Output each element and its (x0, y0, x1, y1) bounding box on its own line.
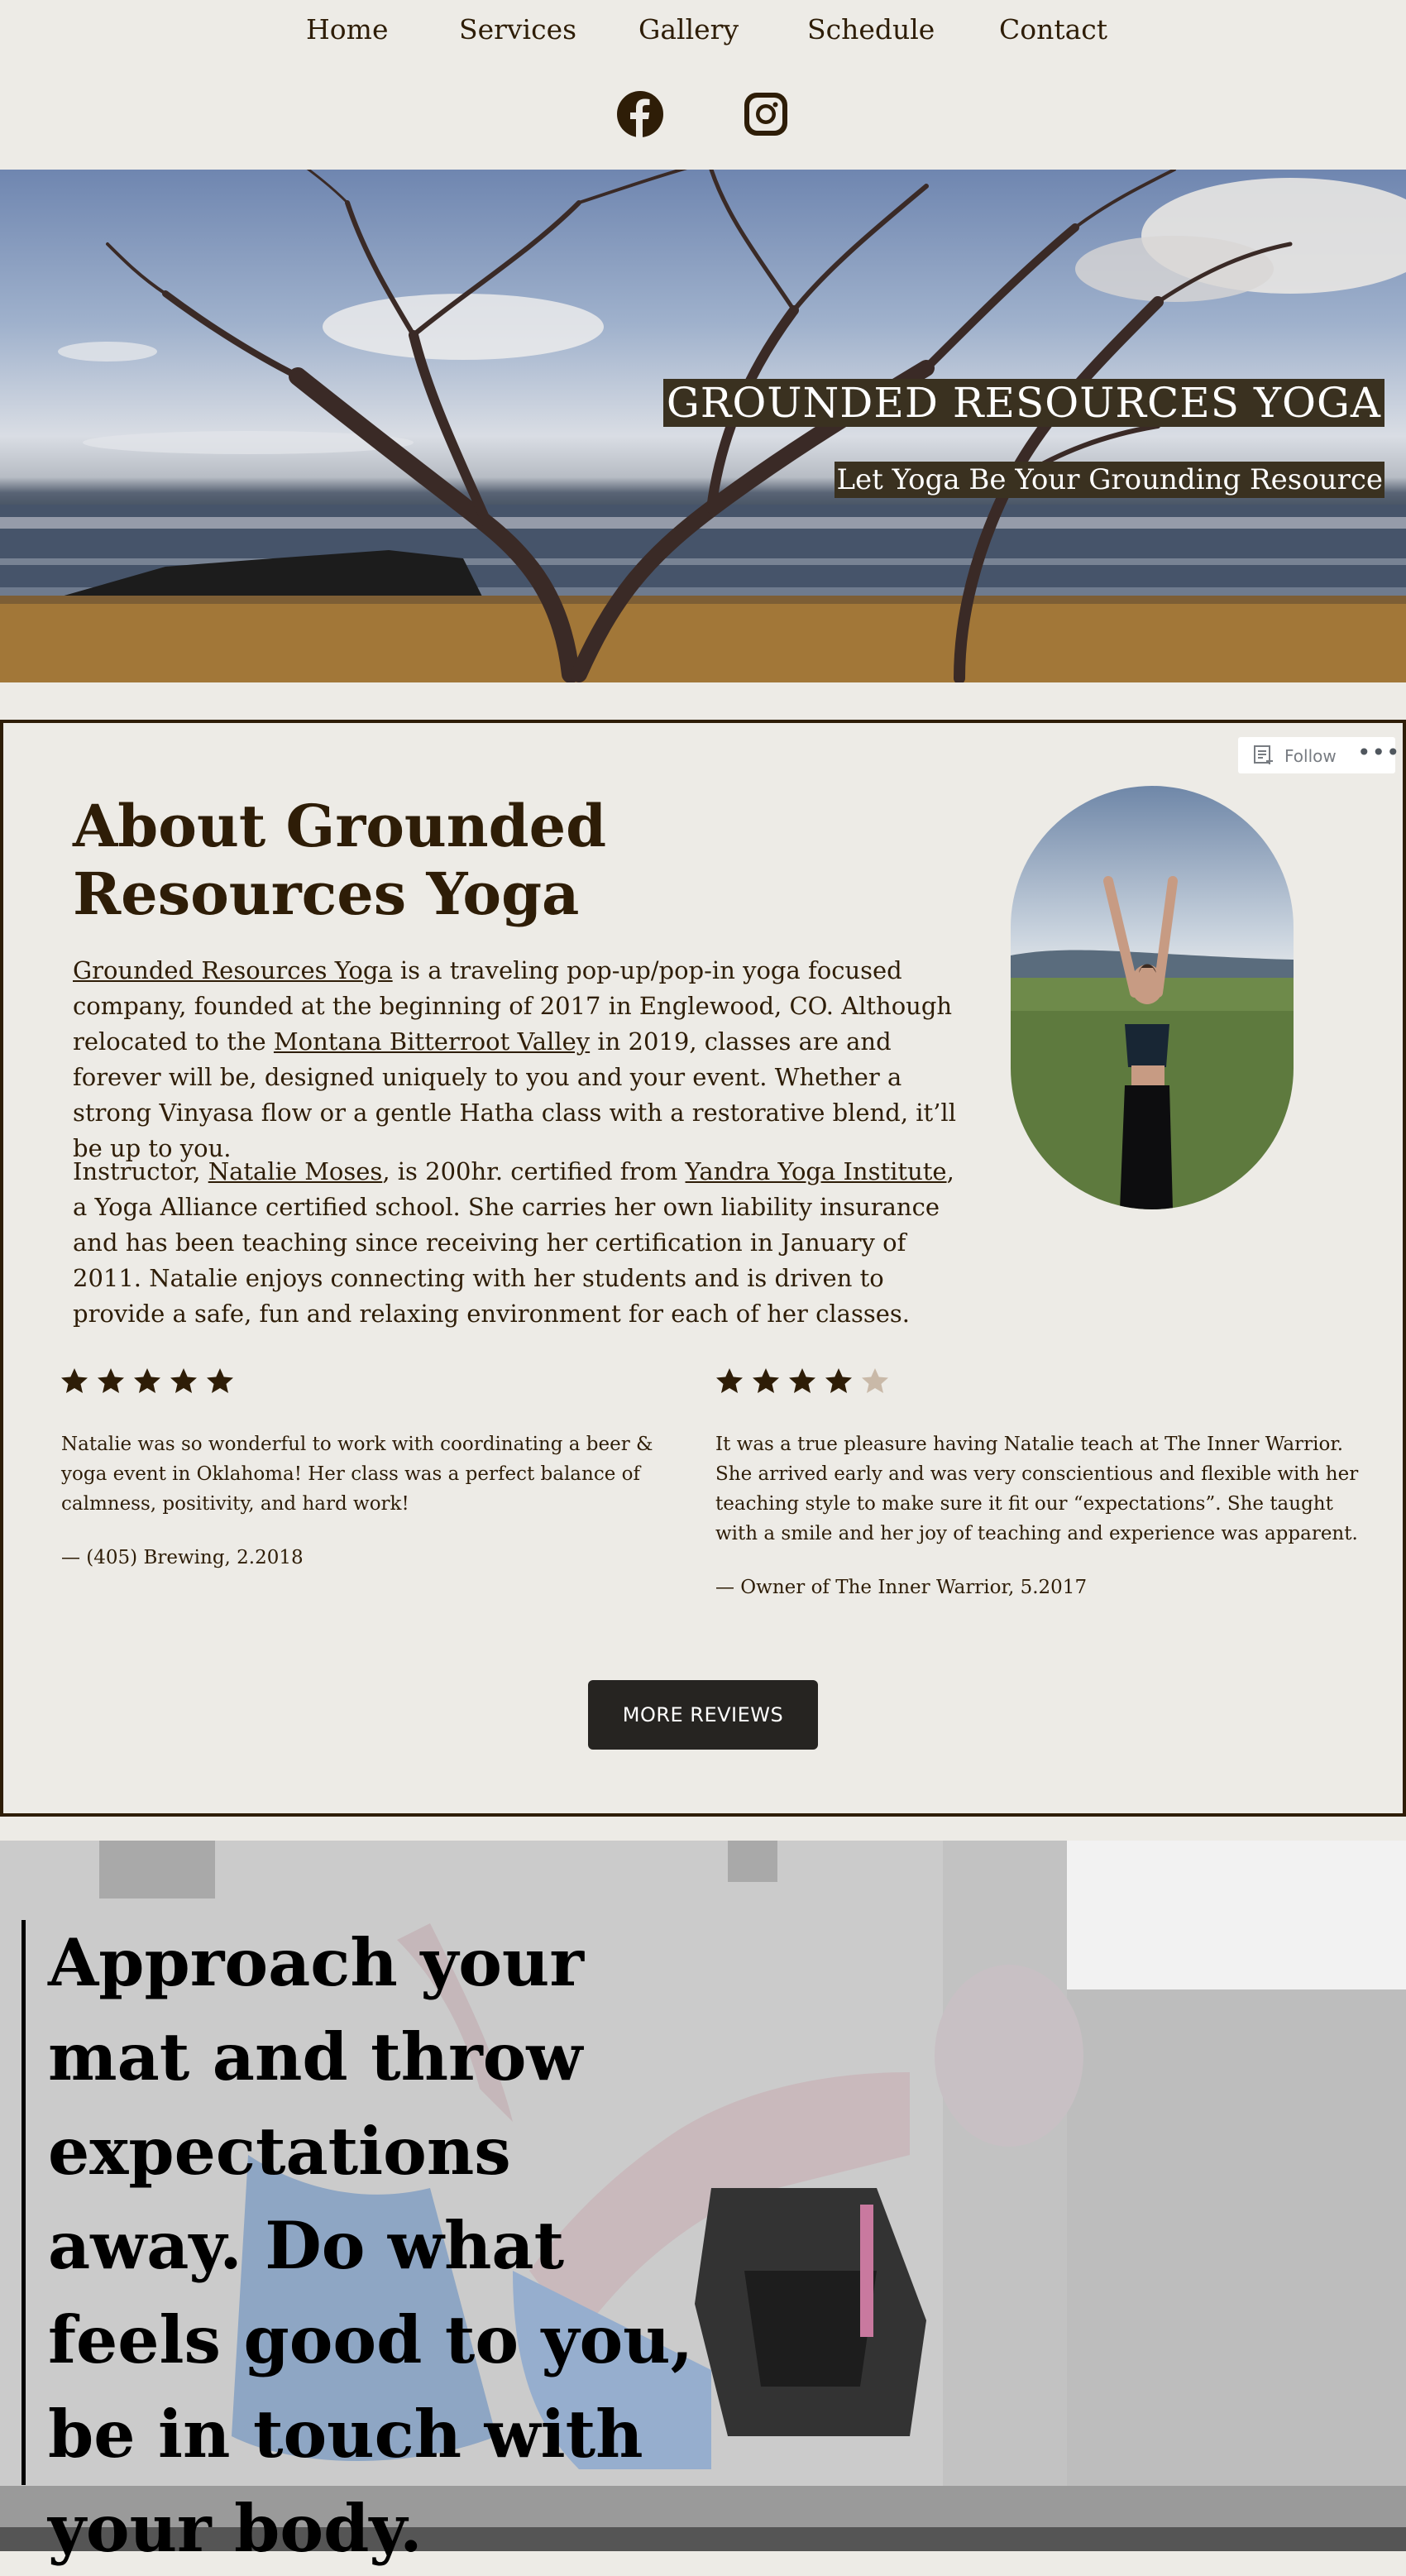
natalie-moses-link[interactable]: Natalie Moses (208, 1157, 383, 1185)
main-navigation: Home Services Gallery Schedule Contact (0, 0, 1406, 66)
review-1-rating (61, 1365, 243, 1398)
about-p2-text-2: , is 200hr. certified from (382, 1157, 686, 1185)
more-reviews-button[interactable]: MORE REVIEWS (588, 1680, 818, 1750)
reader-follow-icon (1254, 745, 1273, 764)
follow-button-label[interactable]: Follow (1284, 746, 1337, 766)
review-1-source: — (405) Brewing, 2.2018 (61, 1547, 304, 1568)
nav-home[interactable]: Home (306, 13, 388, 45)
review-2-rating (716, 1365, 898, 1398)
hero-banner: GROUNDED RESOURCES YOGA Let Yoga Be Your… (0, 170, 1406, 682)
nav-gallery[interactable]: Gallery (638, 13, 739, 45)
bitterroot-valley-link[interactable]: Montana Bitterroot Valley (274, 1027, 590, 1056)
pullquote-text: Approach your mat and throw expectations… (48, 1924, 694, 2567)
more-options-icon[interactable]: ••• (1357, 739, 1401, 766)
review-2-source: — Owner of The Inner Warrior, 5.2017 (715, 1577, 1088, 1598)
review-2-text: It was a true pleasure having Natalie te… (715, 1434, 1359, 1544)
quote-accent-bar (22, 1920, 26, 2485)
nav-schedule[interactable]: Schedule (807, 13, 935, 45)
site-tagline: Let Yoga Be Your Grounding Resource (835, 462, 1384, 498)
nav-services[interactable]: Services (459, 13, 576, 45)
nav-contact[interactable]: Contact (999, 13, 1107, 45)
review-1-text: Natalie was so wonderful to work with co… (61, 1434, 653, 1515)
instagram-icon[interactable] (741, 89, 791, 139)
grounded-resources-link[interactable]: Grounded Resources Yoga (73, 956, 393, 984)
site-title[interactable]: GROUNDED RESOURCES YOGA (662, 379, 1384, 427)
facebook-icon[interactable] (615, 89, 665, 139)
instructor-portrait-image (1011, 786, 1294, 1209)
yandra-yoga-link[interactable]: Yandra Yoga Institute (686, 1157, 947, 1185)
about-paragraph-2: Instructor, Natalie Moses, is 200hr. cer… (73, 1154, 974, 1332)
about-heading: About Grounded Resources Yoga (73, 792, 607, 928)
about-paragraph-1: Grounded Resources Yoga is a traveling p… (73, 953, 974, 1166)
follow-widget[interactable]: Follow ••• (1238, 737, 1400, 773)
about-p2-text-1: Instructor, (73, 1157, 208, 1185)
